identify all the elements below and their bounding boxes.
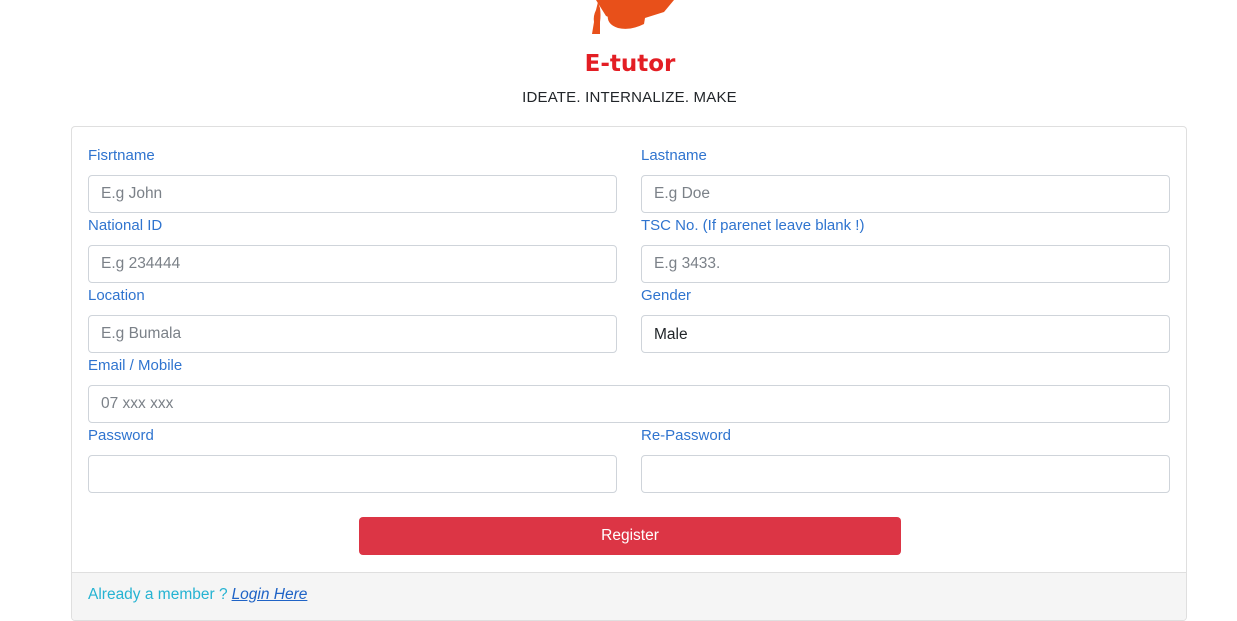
national-id-input[interactable] bbox=[88, 245, 617, 283]
re-password-input[interactable] bbox=[641, 455, 1170, 493]
lastname-label: Lastname bbox=[641, 147, 707, 164]
already-member-text: Already a member ? bbox=[88, 586, 228, 603]
login-prompt: Already a member ? Login Here bbox=[88, 586, 307, 604]
lastname-input[interactable] bbox=[641, 175, 1170, 213]
password-label: Password bbox=[88, 427, 154, 444]
login-here-link[interactable]: Login Here bbox=[232, 586, 308, 603]
firstname-input[interactable] bbox=[88, 175, 617, 213]
etutor-logo: E-tutor bbox=[585, 0, 676, 76]
gender-select[interactable]: Male bbox=[641, 315, 1170, 353]
tagline: IDEATE. INTERNALIZE. MAKE bbox=[522, 89, 737, 106]
location-label: Location bbox=[88, 287, 145, 304]
location-input[interactable] bbox=[88, 315, 617, 353]
tsc-no-label: TSC No. (If parenet leave blank !) bbox=[641, 217, 865, 234]
registration-card: Fisrtname Lastname National ID TSC No. (… bbox=[71, 126, 1187, 621]
re-password-label: Re-Password bbox=[641, 427, 732, 444]
register-button[interactable]: Register bbox=[359, 517, 901, 555]
graduation-cap-icon bbox=[592, 0, 674, 34]
national-id-label: National ID bbox=[88, 217, 163, 234]
logo-wordmark: E-tutor bbox=[585, 51, 676, 76]
card-footer: Already a member ? Login Here bbox=[72, 572, 1186, 620]
brand-header: E-tutor IDEATE. INTERNALIZE. MAKE bbox=[0, 0, 1237, 120]
password-input[interactable] bbox=[88, 455, 617, 493]
email-mobile-label: Email / Mobile bbox=[88, 357, 183, 374]
tsc-no-input[interactable] bbox=[641, 245, 1170, 283]
email-mobile-input[interactable] bbox=[88, 385, 1170, 423]
gender-label: Gender bbox=[641, 287, 692, 304]
firstname-label: Fisrtname bbox=[88, 147, 155, 164]
